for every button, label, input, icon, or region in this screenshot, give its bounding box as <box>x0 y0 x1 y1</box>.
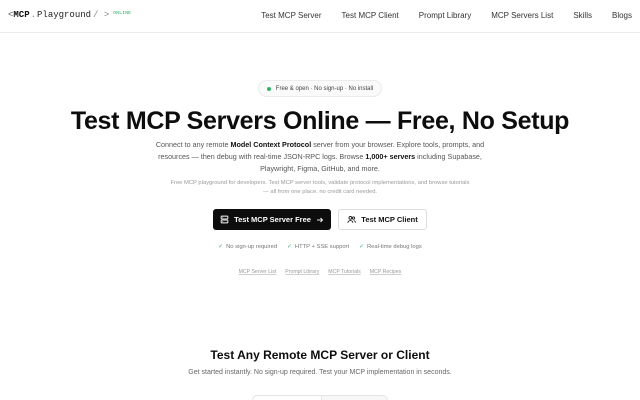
online-status-badge: ONLINE <box>113 11 132 16</box>
nav-link-skills[interactable]: Skills <box>573 11 592 20</box>
nav-link-test-mcp-server[interactable]: Test MCP Server <box>261 11 321 20</box>
server-icon <box>220 215 229 224</box>
logo-brand: MCP <box>13 10 30 20</box>
logo-dot: . <box>30 10 37 20</box>
page: < MCP . Playground / > ONLINE Test MCP S… <box>0 0 640 400</box>
check-icon: ✓ <box>287 244 292 250</box>
hero-desc-part1: Connect to any remote <box>155 140 231 149</box>
mode-tabs[interactable] <box>252 395 388 400</box>
nav-link-mcp-servers-list[interactable]: MCP Servers List <box>491 11 553 20</box>
secondary-button-label: Test MCP Client <box>361 215 418 224</box>
quick-link-mcp-tutorials[interactable]: MCP Tutorials <box>328 269 360 275</box>
feature-item: ✓ No sign-up required <box>218 244 277 250</box>
section-title: Test Any Remote MCP Server or Client <box>210 348 430 362</box>
hero-title: Test MCP Servers Online — Free, No Setup <box>70 107 570 135</box>
users-icon <box>347 215 357 224</box>
hero-cta-row: Test MCP Server Free Test MCP Client <box>213 209 428 231</box>
feature-item: ✓ HTTP + SSE support <box>287 244 349 250</box>
hero-description: Connect to any remote Model Context Prot… <box>155 139 485 175</box>
logo-close-bracket: / > <box>93 10 110 20</box>
hero-desc-bold1: Model Context Protocol <box>230 140 312 149</box>
feature-item: ✓ Real-time debug logs <box>359 244 422 250</box>
quick-links: MCP Server List Prompt Library MCP Tutor… <box>0 269 640 275</box>
test-mcp-client-button[interactable]: Test MCP Client <box>338 209 427 230</box>
check-icon: ✓ <box>218 244 224 250</box>
arrow-right-icon <box>316 216 324 224</box>
hero-desc-bold2: 1,000+ servers <box>365 152 416 161</box>
quick-link-prompt-library[interactable]: Prompt Library <box>285 269 319 275</box>
nav-link-test-mcp-client[interactable]: Test MCP Client <box>342 11 399 20</box>
active-tab[interactable] <box>253 396 322 400</box>
feature-checklist: ✓ No sign-up required ✓ HTTP + SSE support… <box>0 244 640 250</box>
logo-name: Playground <box>37 10 92 20</box>
status-dot-icon <box>266 86 271 91</box>
quick-link-mcp-recipes[interactable]: MCP Recipes <box>370 269 402 275</box>
nav-link-prompt-library[interactable]: Prompt Library <box>419 11 471 20</box>
logo[interactable]: < MCP . Playground / > ONLINE <box>8 10 131 20</box>
hero-pill-badge: Free & open · No sign-up · No install <box>258 80 382 97</box>
section-subtitle: Get started instantly. No sign-up requir… <box>188 369 452 376</box>
check-icon: ✓ <box>359 244 364 250</box>
feature-label: HTTP + SSE support <box>294 244 350 250</box>
nav-links: Test MCP Server Test MCP Client Prompt L… <box>241 11 632 20</box>
top-nav: < MCP . Playground / > ONLINE Test MCP S… <box>0 0 640 33</box>
test-mcp-server-free-button[interactable]: Test MCP Server Free <box>213 209 331 230</box>
feature-label: Real-time debug logs <box>366 244 422 250</box>
hero-subtext: Free MCP playground for developers. Test… <box>170 180 470 195</box>
hero-pill-text: Free & open · No sign-up · No install <box>275 85 374 92</box>
nav-link-blogs[interactable]: Blogs <box>612 11 632 20</box>
primary-button-label: Test MCP Server Free <box>234 215 311 224</box>
quick-link-mcp-server-list[interactable]: MCP Server List <box>239 269 277 275</box>
feature-label: No sign-up required <box>226 244 278 250</box>
